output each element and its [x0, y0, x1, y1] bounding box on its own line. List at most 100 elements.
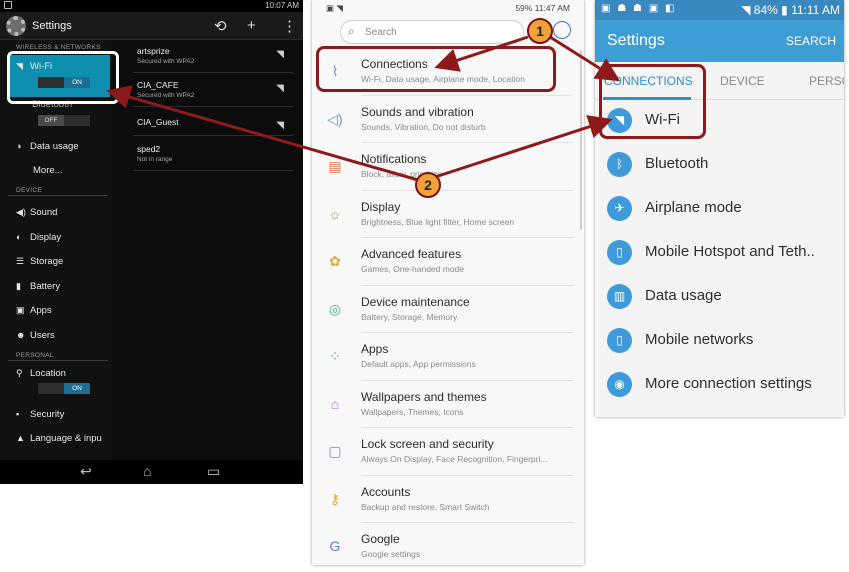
hotspot-icon: ▯ [607, 240, 632, 265]
settings-item-lockscreen[interactable]: ▢ Lock screen and security Always On Dis… [312, 428, 574, 475]
status-bar: ▣ ☗ ☗ ▣ ◧ ◥ 84% ▮ 11:11 AM [595, 0, 844, 20]
app-title: Settings [607, 32, 665, 49]
divider [8, 360, 108, 361]
bluetooth-toggle-off: OFF [38, 115, 64, 126]
scrollbar[interactable] [580, 50, 582, 230]
connection-row-bluetooth[interactable]: ᛒ Bluetooth [595, 144, 844, 188]
notification-icon: ▣ ◥ [326, 3, 343, 13]
row-label: More connection settings [645, 375, 812, 392]
connection-row-hotspot[interactable]: ▯ Mobile Hotspot and Teth.. [595, 232, 844, 276]
network-row[interactable]: artsprize Secured with WPA2 ◥ [137, 46, 292, 80]
settings-item-wallpapers[interactable]: ⌂ Wallpapers and themes Wallpapers, Them… [312, 381, 574, 428]
status-time: 11:11 AM [791, 3, 840, 17]
item-title: Lock screen and security [361, 437, 494, 451]
data-usage-icon: ▥ [607, 284, 632, 309]
callout-1: 1 [527, 18, 553, 44]
more-connections-icon: ◉ [607, 372, 632, 397]
search-icon: ⌕ [348, 24, 355, 38]
advanced-features-icon: ✿ [329, 253, 341, 269]
account-icon[interactable] [553, 21, 571, 39]
app-title: Settings [32, 20, 72, 32]
recents-icon[interactable]: ▭ [207, 463, 220, 480]
settings-item-accounts[interactable]: ⚷ Accounts Backup and restore, Smart Swi… [312, 476, 574, 523]
google-icon: G [329, 538, 341, 554]
nav-display[interactable]: ◐ Display [16, 232, 61, 243]
users-icon: ☻ [16, 330, 26, 340]
item-subtitle: Battery, Storage, Memory [361, 312, 458, 322]
battery-icon: ▮ [16, 281, 21, 291]
system-nav-bar: ↩ ⌂ ▭ [0, 460, 303, 484]
settings-item-maintenance[interactable]: ◎ Device maintenance Battery, Storage, M… [312, 286, 574, 333]
connection-row-airplane[interactable]: ✈ Airplane mode [595, 188, 844, 232]
settings-item-notifications[interactable]: ▤ Notifications Block, allow, prioritize [312, 143, 574, 190]
tab-device[interactable]: DEVICE [720, 74, 765, 88]
divider [133, 106, 293, 107]
notification-icons: ▣ ☗ ☗ ▣ ◧ [601, 3, 677, 14]
language-icon: ▲ [16, 433, 25, 443]
sound-icon: ◀) [16, 207, 26, 217]
nav-sound[interactable]: ◀) Sound [16, 207, 57, 218]
status-time: 11:47 AM [534, 3, 570, 13]
search-button[interactable]: SEARCH [786, 34, 836, 48]
item-subtitle: Google settings [361, 549, 421, 559]
wifi-signal-locked-icon: ◥ [276, 49, 284, 60]
home-icon[interactable]: ⌂ [143, 463, 151, 479]
status-bar: 10:07 AM [0, 0, 303, 12]
callout-2: 2 [415, 172, 441, 198]
network-row[interactable]: CIA_CAFE Secured with WPA2 ◥ [137, 80, 292, 114]
nav-more[interactable]: More... [33, 165, 63, 176]
nav-apps[interactable]: ▣ Apps [16, 305, 52, 316]
nav-battery[interactable]: ▮ Battery [16, 281, 60, 292]
lock-icon: ▢ [328, 443, 342, 459]
divider [133, 135, 293, 136]
wallpapers-icon: ⌂ [330, 396, 340, 412]
screenshot-android-dark-settings: 10:07 AM Settings ⟲ + ⋮ WIRELESS & NETWO… [0, 0, 303, 484]
nav-location[interactable]: ⚲ Location [16, 368, 66, 379]
section-header-wireless: WIRELESS & NETWORKS [16, 44, 101, 51]
search-input[interactable]: ⌕ Search [340, 20, 524, 44]
network-ssid: CIA_CAFE [137, 80, 179, 90]
connection-row-mobile-networks[interactable]: ▯ Mobile networks [595, 320, 844, 364]
tab-personal[interactable]: PERSO [809, 74, 844, 88]
bluetooth-icon: ᛒ [607, 152, 632, 177]
nav-data-usage[interactable]: ◑ Data usage [16, 141, 79, 152]
settings-item-sounds[interactable]: ◁) Sounds and vibration Sounds, Vibratio… [312, 96, 574, 143]
add-network-icon[interactable]: + [247, 17, 256, 34]
location-toggle[interactable]: ON [38, 383, 90, 394]
app-bar: Settings SEARCH [595, 20, 844, 62]
settings-item-google[interactable]: G Google Google settings [312, 523, 574, 565]
mobile-networks-icon: ▯ [607, 328, 632, 353]
location-icon: ⚲ [16, 368, 23, 378]
connection-row-data-usage[interactable]: ▥ Data usage [595, 276, 844, 320]
row-label: Mobile networks [645, 331, 754, 348]
item-subtitle: Backup and restore, Smart Switch [361, 502, 490, 512]
nav-users[interactable]: ☻ Users [16, 330, 55, 341]
item-title: Sounds and vibration [361, 105, 474, 119]
network-security: Not in range [137, 156, 173, 163]
display-icon: ◐ [16, 232, 22, 242]
notification-icon [4, 1, 12, 9]
divider [133, 170, 293, 171]
item-title: Advanced features [361, 247, 462, 261]
overflow-menu-icon[interactable]: ⋮ [282, 17, 297, 35]
back-icon[interactable]: ↩ [80, 463, 92, 480]
connection-row-more[interactable]: ◉ More connection settings [595, 364, 844, 408]
nav-security[interactable]: ▪ Security [16, 409, 64, 420]
row-label: Airplane mode [645, 199, 742, 216]
network-ssid: sped2 [137, 144, 161, 154]
settings-item-display[interactable]: ☼ Display Brightness, Blue light filter,… [312, 191, 574, 238]
nav-language[interactable]: ▲ Language & inpu [16, 433, 102, 444]
nav-storage[interactable]: ☰ Storage [16, 256, 63, 267]
bluetooth-toggle[interactable]: OFF [38, 115, 90, 126]
divider [133, 72, 293, 73]
settings-item-apps[interactable]: ⁘ Apps Default apps, App permissions [312, 333, 574, 380]
status-time: 10:07 AM [265, 1, 299, 10]
wifi-tab-highlight-frame [599, 64, 706, 139]
device-maintenance-icon: ◎ [328, 301, 342, 317]
network-row[interactable]: sped2 Not in range [137, 144, 292, 178]
settings-item-advanced[interactable]: ✿ Advanced features Games, One-handed mo… [312, 238, 574, 285]
item-title: Display [361, 200, 401, 214]
notifications-icon: ▤ [328, 158, 342, 174]
item-title: Notifications [361, 152, 427, 166]
sync-icon[interactable]: ⟲ [214, 17, 227, 35]
